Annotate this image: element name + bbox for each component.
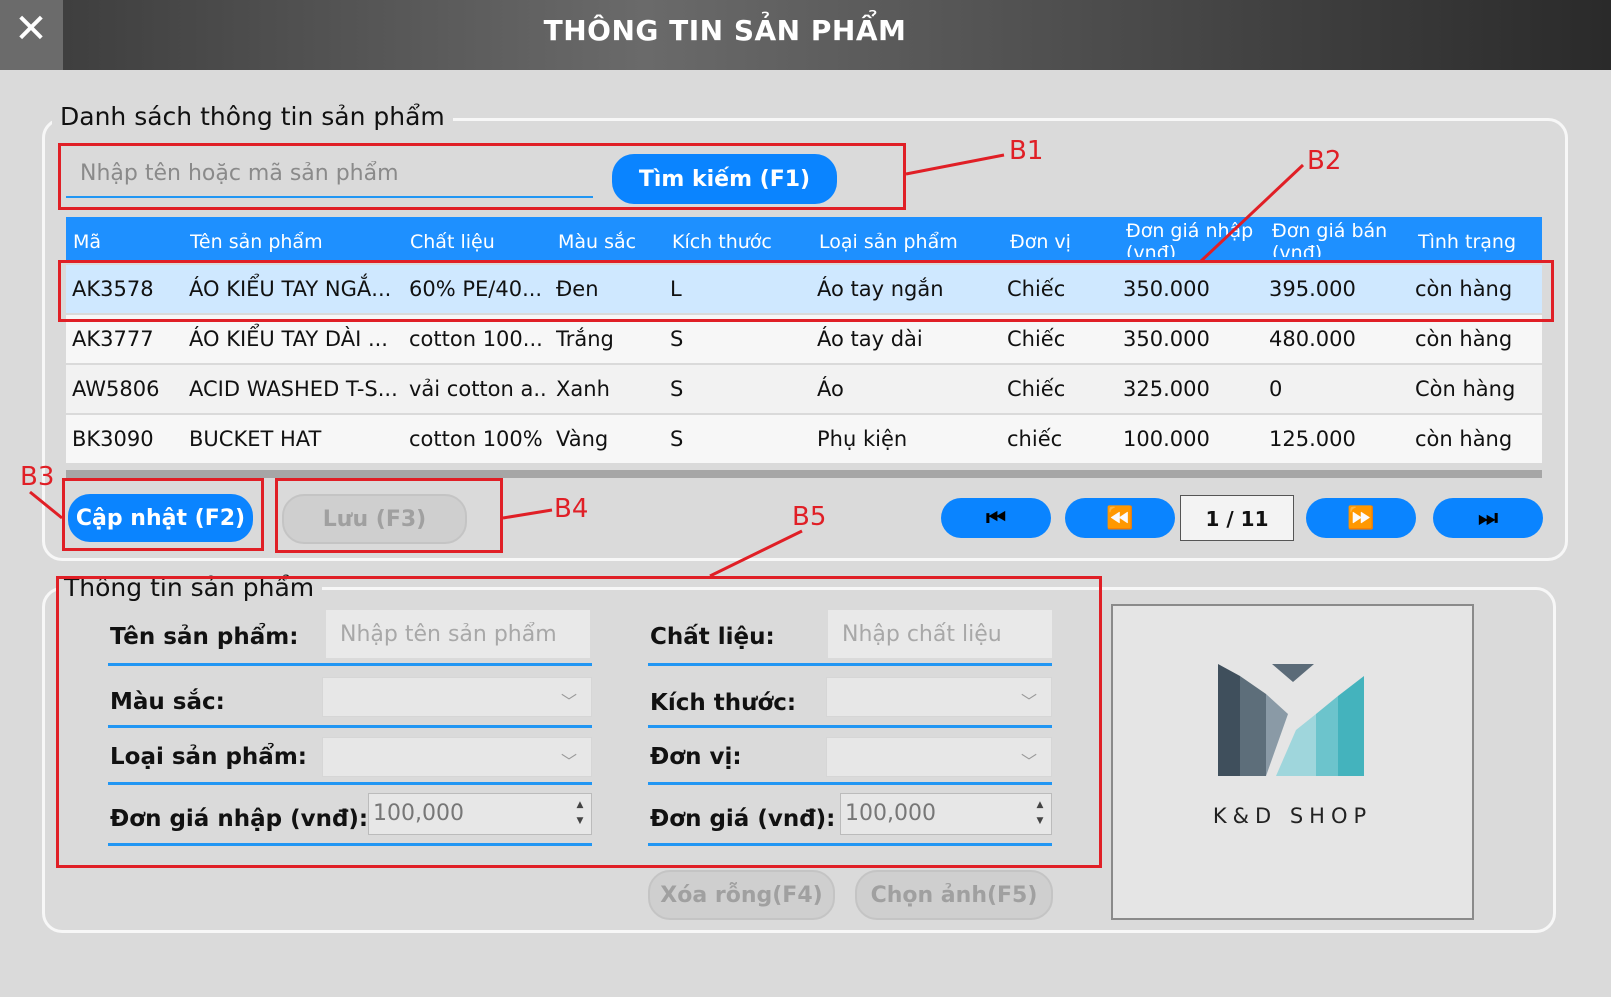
annotation-lines [29, 153, 1305, 578]
annotation-label-b5: B5 [792, 502, 827, 532]
annotation-label-b1: B1 [1009, 136, 1044, 166]
annotation-label-b2: B2 [1307, 146, 1342, 176]
annotation-label-b4: B4 [554, 494, 589, 524]
annotation-label-b3: B3 [20, 462, 55, 492]
